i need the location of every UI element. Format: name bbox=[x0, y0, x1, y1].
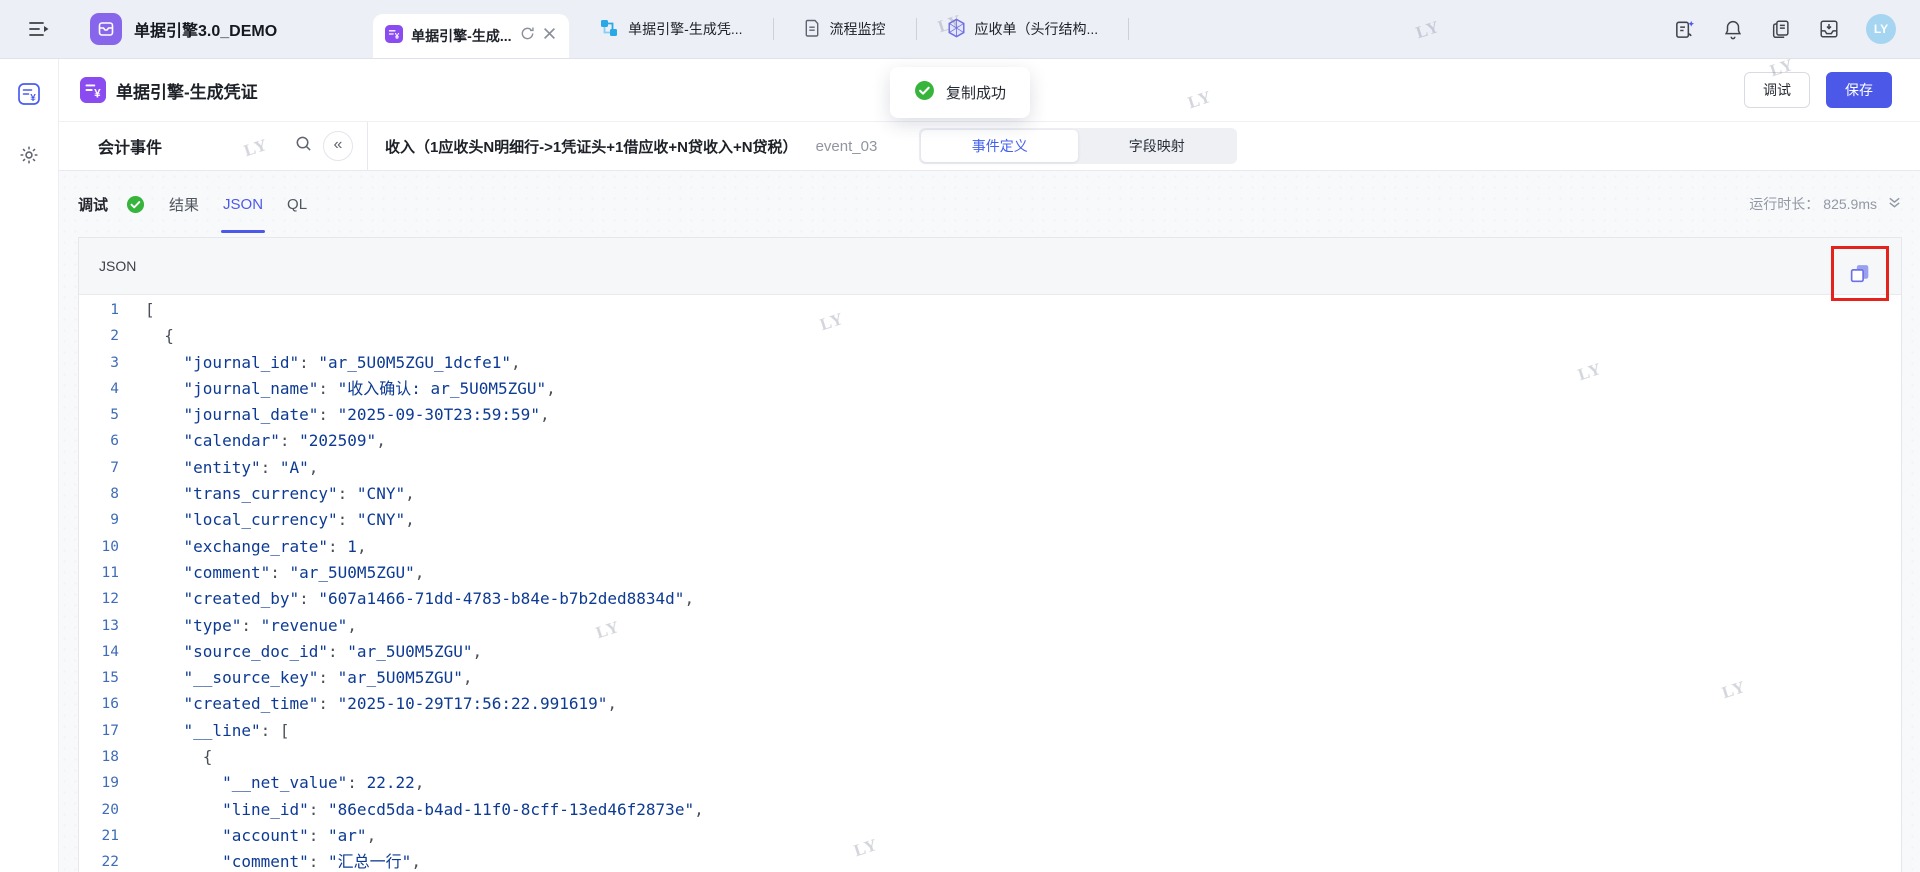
svg-text:¥: ¥ bbox=[30, 93, 36, 104]
json-result-card: JSON 1[2 {3 "journal_id": "ar_5U0M5ZGU_1… bbox=[78, 237, 1902, 872]
header-actions: 调试 保存 bbox=[1744, 72, 1892, 108]
event-code: event_03 bbox=[816, 138, 878, 155]
notifications-bell-icon[interactable] bbox=[1722, 18, 1744, 40]
toast-copy-success: 复制成功 bbox=[890, 67, 1030, 118]
search-icon[interactable] bbox=[294, 134, 313, 158]
code-line: 2 { bbox=[79, 323, 1901, 349]
svg-text:¥: ¥ bbox=[395, 32, 400, 41]
document-icon bbox=[804, 19, 821, 40]
code-line: 12 "created_by": "607a1466-71dd-4783-b84… bbox=[79, 586, 1901, 612]
view-segmented-control: 事件定义 字段映射 bbox=[919, 128, 1237, 164]
page-column: ¥ 单据引擎-生成凭证 调试 保存 会计事件 « 收入（1应收头N明细行->1凭… bbox=[59, 59, 1920, 872]
panel-title: 会计事件 bbox=[98, 134, 162, 158]
tab-receivable-doc[interactable]: 应收单（头行结构... bbox=[917, 0, 1129, 58]
save-button[interactable]: 保存 bbox=[1826, 72, 1892, 108]
hexagon-icon bbox=[947, 18, 966, 41]
main-area: ¥ ¥ 单据引擎-生成凭证 调试 保存 会计事件 bbox=[0, 59, 1920, 872]
json-code[interactable]: 1[2 {3 "journal_id": "ar_5U0M5ZGU_1dcfe1… bbox=[79, 295, 1901, 872]
code-line: 19 "__net_value": 22.22, bbox=[79, 770, 1901, 796]
code-line: 4 "journal_name": "收入确认: ar_5U0M5ZGU", bbox=[79, 376, 1901, 402]
page-title: 单据引擎-生成凭证 bbox=[116, 78, 258, 103]
code-line: 15 "__source_key": "ar_5U0M5ZGU", bbox=[79, 665, 1901, 691]
panel-collapse-button[interactable]: « bbox=[323, 131, 353, 161]
tab-label: 流程监控 bbox=[830, 19, 886, 39]
tab-separator bbox=[1128, 18, 1129, 40]
debug-content: 调试 结果 JSON QL 运行时长：825.9ms JSON bbox=[59, 171, 1920, 872]
user-avatar[interactable]: LY bbox=[1866, 14, 1896, 44]
code-line: 14 "source_doc_id": "ar_5U0M5ZGU", bbox=[79, 639, 1901, 665]
tab-generate-voucher-flow[interactable]: 单据引擎-生成凭... bbox=[569, 0, 772, 58]
double-chevron-down-icon[interactable] bbox=[1887, 195, 1902, 213]
code-line: 6 "calendar": "202509", bbox=[79, 428, 1901, 454]
tab-json[interactable]: JSON bbox=[223, 171, 263, 237]
code-line: 13 "type": "revenue", bbox=[79, 613, 1901, 639]
code-line: 5 "journal_date": "2025-09-30T23:59:59", bbox=[79, 402, 1901, 428]
download-tray-icon[interactable] bbox=[1818, 18, 1840, 40]
debug-panel-label: 调试 bbox=[78, 194, 108, 215]
settings-gear-icon[interactable] bbox=[18, 144, 40, 171]
code-line: 20 "line_id": "86ecd5da-b4ad-11f0-8cff-1… bbox=[79, 797, 1901, 823]
code-line: 17 "__line": [ bbox=[79, 718, 1901, 744]
doc-yen-icon: ¥ bbox=[385, 25, 403, 48]
copy-json-button[interactable] bbox=[1848, 261, 1873, 286]
event-header: 收入（1应收头N明细行->1凭证头+1借应收+N贷收入+N贷税） event_0… bbox=[368, 122, 1920, 170]
refresh-icon[interactable] bbox=[520, 26, 535, 46]
code-line: 18 { bbox=[79, 744, 1901, 770]
left-rail: ¥ bbox=[0, 59, 59, 872]
tab-process-monitor[interactable]: 流程监控 bbox=[774, 0, 916, 58]
code-line: 9 "local_currency": "CNY", bbox=[79, 507, 1901, 533]
code-line: 16 "created_time": "2025-10-29T17:56:22.… bbox=[79, 691, 1901, 717]
app-title: 单据引擎3.0_DEMO bbox=[134, 17, 277, 41]
annotation-highlight-box bbox=[1831, 246, 1889, 301]
code-line: 3 "journal_id": "ar_5U0M5ZGU_1dcfe1", bbox=[79, 350, 1901, 376]
debug-button[interactable]: 调试 bbox=[1744, 72, 1810, 108]
event-title: 收入（1应收头N明细行->1凭证头+1借应收+N贷收入+N贷税） bbox=[385, 136, 798, 157]
json-card-header: JSON bbox=[79, 238, 1901, 295]
close-icon[interactable] bbox=[543, 27, 556, 45]
success-check-icon bbox=[914, 80, 935, 105]
tab-label: 单据引擎-生成... bbox=[411, 26, 511, 46]
code-line: 1[ bbox=[79, 297, 1901, 323]
documents-icon[interactable] bbox=[1770, 18, 1792, 40]
app-logo-icon bbox=[90, 13, 122, 45]
runtime-indicator: 运行时长：825.9ms bbox=[1749, 194, 1902, 214]
code-line: 21 "account": "ar", bbox=[79, 823, 1901, 849]
tab-generate-voucher-active[interactable]: ¥ 单据引擎-生成... bbox=[373, 14, 569, 58]
tab-ql[interactable]: QL bbox=[287, 171, 307, 237]
topbar-actions: LY bbox=[1673, 14, 1896, 44]
tab-result[interactable]: 结果 bbox=[169, 171, 199, 237]
svg-text:¥: ¥ bbox=[94, 87, 101, 100]
tab-label: 应收单（头行结构... bbox=[975, 19, 1099, 39]
tab-field-mapping[interactable]: 字段映射 bbox=[1078, 130, 1235, 162]
toast-message: 复制成功 bbox=[946, 82, 1006, 103]
code-line: 8 "trans_currency": "CNY", bbox=[79, 481, 1901, 507]
tab-event-definition[interactable]: 事件定义 bbox=[921, 130, 1078, 162]
doc-yen-icon: ¥ bbox=[80, 77, 106, 103]
code-line: 10 "exchange_rate": 1, bbox=[79, 534, 1901, 560]
runtime-value: 825.9ms bbox=[1823, 196, 1877, 212]
debug-tab-bar: 调试 结果 JSON QL 运行时长：825.9ms bbox=[78, 171, 1902, 237]
runtime-label: 运行时长： bbox=[1749, 194, 1819, 214]
tab-label: 单据引擎-生成凭... bbox=[628, 19, 742, 39]
topbar-tabs: ¥ 单据引擎-生成... 单据引擎-生成凭... 流程监控 bbox=[373, 0, 1129, 58]
code-line: 22 "comment": "汇总一行", bbox=[79, 849, 1901, 872]
code-line: 11 "comment": "ar_5U0M5ZGU", bbox=[79, 560, 1901, 586]
subheader: 会计事件 « 收入（1应收头N明细行->1凭证头+1借应收+N贷收入+N贷税） … bbox=[59, 122, 1920, 171]
success-check-icon bbox=[126, 195, 145, 214]
ai-document-icon[interactable] bbox=[1673, 18, 1696, 41]
sidebar-collapse-icon[interactable] bbox=[28, 20, 50, 38]
voucher-module-icon[interactable]: ¥ bbox=[16, 81, 42, 112]
json-card-title: JSON bbox=[99, 258, 136, 274]
flow-icon bbox=[599, 18, 619, 41]
topbar: 单据引擎3.0_DEMO ¥ 单据引擎-生成... 单据引擎-生成凭... bbox=[0, 0, 1920, 59]
code-line: 7 "entity": "A", bbox=[79, 455, 1901, 481]
event-panel-header: 会计事件 « bbox=[59, 122, 368, 170]
